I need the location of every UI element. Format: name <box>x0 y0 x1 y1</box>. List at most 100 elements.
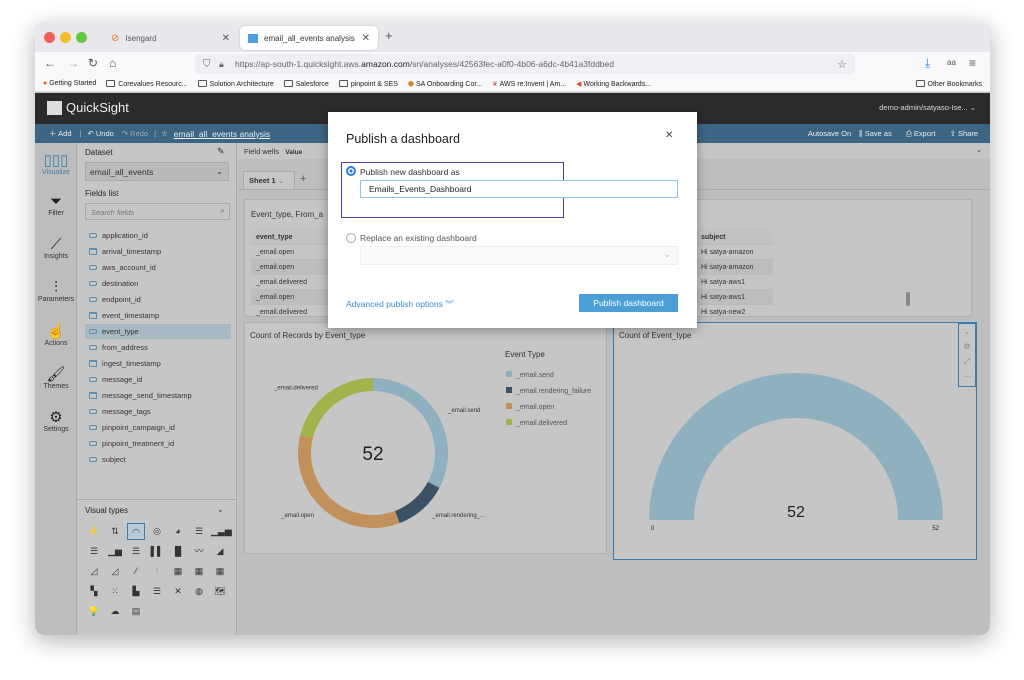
visual-type-icon[interactable]: ▁▅ <box>106 543 124 560</box>
visual-type-icon[interactable]: ⁙ <box>106 583 124 600</box>
tab-isengard[interactable]: ⊘ Isengard ✕ <box>103 26 238 50</box>
field-item[interactable]: message_tags <box>85 404 231 419</box>
rail-insights[interactable]: ⟋ Insights <box>35 236 77 260</box>
visual-type-icon[interactable]: ▦ <box>190 563 208 580</box>
field-item[interactable]: event_type <box>85 324 231 339</box>
back-icon[interactable]: ← <box>44 56 56 70</box>
field-item[interactable]: pinpoint_campaign_id <box>85 420 231 435</box>
visual-type-icon[interactable]: ☰ <box>127 543 145 560</box>
radio-publish-new[interactable] <box>346 166 356 176</box>
bookmark-sa-onboarding[interactable]: ⬢ SA Onboarding Cor... <box>408 80 482 88</box>
visual-type-icon[interactable]: ◿ <box>106 563 124 580</box>
bookmark-solution-architecture[interactable]: Solution Architecture <box>197 79 274 88</box>
download-icon[interactable]: ⤓ <box>925 56 930 71</box>
analysis-name[interactable]: email_all_events analysis <box>174 129 270 139</box>
more-options-icon[interactable]: ⋯ <box>959 369 975 384</box>
visual-type-icon[interactable]: ◍ <box>190 583 208 600</box>
visual-type-icon[interactable]: ⁄ <box>127 563 145 580</box>
field-item[interactable]: pinpoint_treatment_id <box>85 436 231 451</box>
amazon-extension-icon[interactable]: aa <box>947 58 956 67</box>
bookmark-salesforce[interactable]: Salesforce <box>283 79 329 88</box>
existing-dashboard-select[interactable]: ⌄ <box>360 246 678 265</box>
field-item[interactable]: event_timestamp <box>85 308 231 323</box>
tab-sheet-1[interactable]: Sheet 1 ⌄ <box>243 171 295 189</box>
collapse-chevron-icon[interactable]: ⌄ <box>217 505 224 514</box>
user-menu[interactable]: demo-admin/satyaso-Ise... ⌄ <box>879 103 976 112</box>
bookmark-pinpoint[interactable]: pinpoint & SES <box>338 79 398 88</box>
visual-type-icon[interactable]: ⇅ <box>106 523 124 540</box>
field-item[interactable]: subject <box>85 452 231 467</box>
redo-button[interactable]: ↷ Redo <box>122 129 148 138</box>
close-modal-button[interactable]: ✕ <box>665 130 673 141</box>
home-icon[interactable]: ⌂ <box>109 56 116 70</box>
favorite-star-icon[interactable]: ☆ <box>161 129 168 138</box>
visual-type-icon[interactable]: ▌▌ <box>148 543 166 560</box>
share-button[interactable]: ⇪ Share <box>950 129 978 138</box>
visual-type-icon[interactable]: ▦ <box>169 563 187 580</box>
rail-themes[interactable]: 🖌︎ Themes <box>35 365 77 390</box>
rail-visualize[interactable]: ▯▯▯ Visualize <box>35 151 77 176</box>
settings-gear-icon[interactable]: ⚙ <box>959 339 975 354</box>
undo-button[interactable]: ↶ Undo <box>87 129 113 138</box>
visual-type-icon[interactable]: ☰ <box>85 543 103 560</box>
bookmark-other[interactable]: Other Bookmarks <box>915 79 982 88</box>
table-scrollbar[interactable] <box>906 292 910 306</box>
visual-type-icon[interactable]: 〰 <box>190 543 208 560</box>
rail-actions[interactable]: ☝ Actions <box>35 322 77 347</box>
visual-type-icon[interactable]: ◎ <box>148 523 166 540</box>
advanced-publish-options-link[interactable]: Advanced publish options ︾ <box>346 298 454 310</box>
autosave-toggle[interactable]: Autosave On <box>808 129 851 138</box>
dashboard-name-input[interactable] <box>360 180 678 198</box>
visual-type-icon[interactable]: ◠ <box>127 523 145 540</box>
field-item[interactable]: endpoint_id <box>85 292 231 307</box>
forward-icon[interactable]: → <box>67 56 79 70</box>
url-bar[interactable]: ⛉ 🔒︎ https://ap-south-1.quicksight.aws. a… <box>195 54 855 74</box>
tab-analysis[interactable]: email_all_events analysis ✕ <box>240 26 378 50</box>
visual-type-icon[interactable]: ▚ <box>85 583 103 600</box>
field-item[interactable]: arrival_timestamp <box>85 244 231 259</box>
visual-type-icon[interactable]: ☁ <box>106 603 124 620</box>
rail-filter[interactable]: ⏷ Filter <box>35 193 77 217</box>
gauge-visual[interactable]: Count of Event_type 52 0 52 ⌄ ⚙ ⤢ ⋯ <box>613 322 977 560</box>
visual-type-icon[interactable]: ▐▌ <box>169 543 187 560</box>
field-item[interactable]: application_id <box>85 228 231 243</box>
visual-type-icon[interactable]: ✕ <box>169 583 187 600</box>
close-tab-icon[interactable]: ✕ <box>362 33 370 44</box>
bookmark-reinvent[interactable]: ❦ AWS re:Invent | Am... <box>492 80 566 88</box>
donut-visual[interactable]: Count of Records by Event_type _email.se… <box>244 322 607 554</box>
visual-type-icon[interactable]: ☰ <box>190 523 208 540</box>
visual-type-icon[interactable]: ◿ <box>85 563 103 580</box>
rail-settings[interactable]: ⚙ Settings <box>35 408 77 433</box>
close-window-button[interactable] <box>44 32 55 43</box>
edit-dataset-icon[interactable]: ✎ <box>217 146 225 157</box>
field-item[interactable]: from_address <box>85 340 231 355</box>
bookmark-corevalues[interactable]: Corevalues Resourc... <box>106 79 188 88</box>
export-button[interactable]: ⎙ Export <box>906 129 936 139</box>
reload-icon[interactable]: ↻ <box>88 56 98 70</box>
visual-type-icon[interactable]: ▙ <box>127 583 145 600</box>
visual-type-icon[interactable]: ▤ <box>127 603 145 620</box>
visual-type-icon[interactable]: ⫶ <box>148 563 166 580</box>
field-item[interactable]: message_send_timestamp <box>85 388 231 403</box>
add-button[interactable]: ＋ Add <box>49 128 72 139</box>
rail-parameters[interactable]: ⫶ Parameters <box>35 279 77 303</box>
close-tab-icon[interactable]: ✕ <box>222 33 230 44</box>
maximize-window-button[interactable] <box>76 32 87 43</box>
publish-dashboard-button[interactable]: Publish dashboard <box>579 294 678 312</box>
visual-type-icon[interactable]: ☰ <box>148 583 166 600</box>
field-item[interactable]: ingest_timestamp <box>85 356 231 371</box>
field-item[interactable]: message_id <box>85 372 231 387</box>
search-fields-input[interactable]: Search fields ⌕ <box>85 203 230 220</box>
bookmark-star-icon[interactable]: ☆ <box>837 58 847 71</box>
dataset-select[interactable]: email_all_events ⌄ <box>85 162 229 181</box>
collapse-icon[interactable]: ⌄ <box>959 324 975 339</box>
visual-type-icon[interactable]: 🗺︎ <box>211 583 229 600</box>
minimize-window-button[interactable] <box>60 32 71 43</box>
menu-icon[interactable]: ≡ <box>969 56 976 70</box>
new-tab-button[interactable]: + <box>385 28 393 43</box>
bookmark-working-backwards[interactable]: ◀ Working Backwards... <box>576 80 651 88</box>
table-header[interactable]: subject <box>696 230 773 245</box>
save-as-button[interactable]: ⫼ Save as <box>859 129 892 139</box>
visual-type-icon[interactable]: ◢ <box>211 543 229 560</box>
visual-type-icon[interactable]: 💡 <box>85 603 103 620</box>
